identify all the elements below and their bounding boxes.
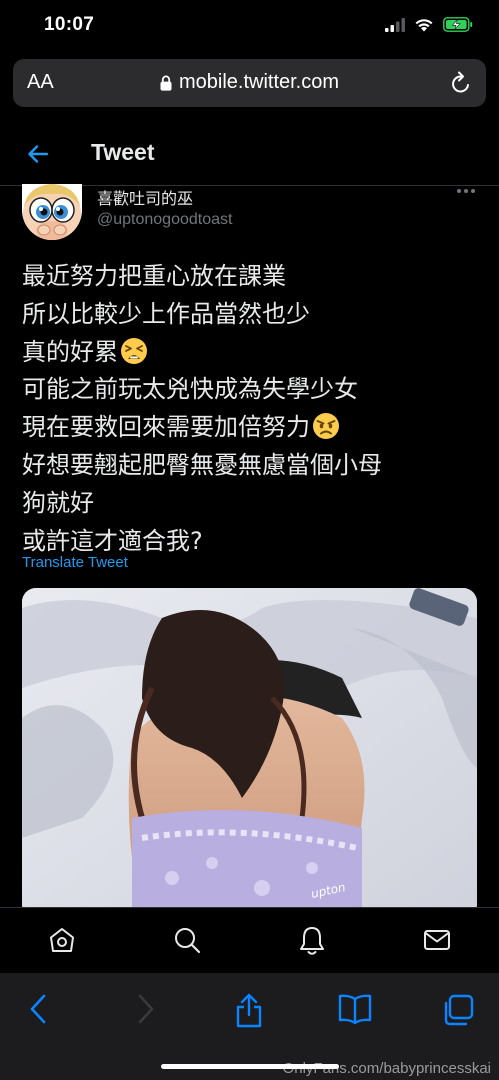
share-icon[interactable] <box>233 993 265 1029</box>
angry-face-emoji <box>313 413 339 440</box>
tabs-icon[interactable] <box>441 993 475 1027</box>
back-arrow-icon[interactable] <box>26 142 50 166</box>
status-bar: 10:07 <box>0 0 499 54</box>
lock-icon <box>160 75 172 91</box>
more-options-icon[interactable] <box>456 188 476 194</box>
author-handle[interactable]: @uptonogoodtoast <box>97 211 232 229</box>
status-icons <box>385 17 473 32</box>
bottom-nav <box>0 907 499 973</box>
avatar[interactable] <box>22 184 82 240</box>
tweet-text-segment: 真的好累 <box>22 337 118 366</box>
back-icon[interactable] <box>28 993 50 1025</box>
author-display-name[interactable]: 喜歡吐司的巫 <box>97 185 193 209</box>
tweet-photo[interactable]: upton <box>22 588 477 918</box>
tweet-text-line: 好想要翹起肥臀無憂無慮當個小母 <box>22 450 382 479</box>
url-field[interactable]: mobile.twitter.com <box>13 71 486 94</box>
battery-charging-icon <box>443 17 473 32</box>
tweet-text-line: 最近努力把重心放在課業 <box>22 262 286 290</box>
notifications-icon[interactable] <box>298 926 326 956</box>
tweet-text-line: 所以比較少上作品當然也少 <box>22 299 310 328</box>
wifi-icon <box>415 19 433 32</box>
tweet-text-line: 現在要救回來需要加倍努力 <box>22 409 482 447</box>
tweet-text-segment: 現在要救回來需要加倍努力 <box>22 413 310 442</box>
tired-face-emoji <box>121 337 147 364</box>
translate-tweet-link[interactable]: Translate Tweet <box>22 554 128 571</box>
url-text: mobile.twitter.com <box>178 71 340 93</box>
messages-icon[interactable] <box>423 926 451 954</box>
signal-icon <box>385 17 405 32</box>
bookmarks-icon[interactable] <box>337 993 373 1025</box>
address-bar[interactable]: AA mobile.twitter.com <box>13 59 486 107</box>
search-icon[interactable] <box>173 926 201 954</box>
tweet-text-line: 真的好累 <box>22 334 482 372</box>
watermark: OnlyFans.com/babyprincesskai <box>282 1060 491 1077</box>
page-title: Tweet <box>91 139 155 165</box>
tweet-text-line: 可能之前玩太兇快成為失學少女 <box>22 375 358 404</box>
home-icon[interactable] <box>48 926 76 954</box>
tweet-text: 最近努力把重心放在課業 所以比較少上作品當然也少 真的好累 可能之前玩太兇快成為… <box>22 258 482 560</box>
avatar-cartoon <box>22 184 82 240</box>
photo-person-on-bed: upton <box>22 588 477 918</box>
status-time: 10:07 <box>44 14 95 35</box>
reload-icon[interactable] <box>450 71 472 95</box>
tweet-header: Tweet <box>0 130 499 186</box>
tweet-text-line: 狗就好 <box>22 488 94 517</box>
forward-icon[interactable] <box>134 993 156 1025</box>
